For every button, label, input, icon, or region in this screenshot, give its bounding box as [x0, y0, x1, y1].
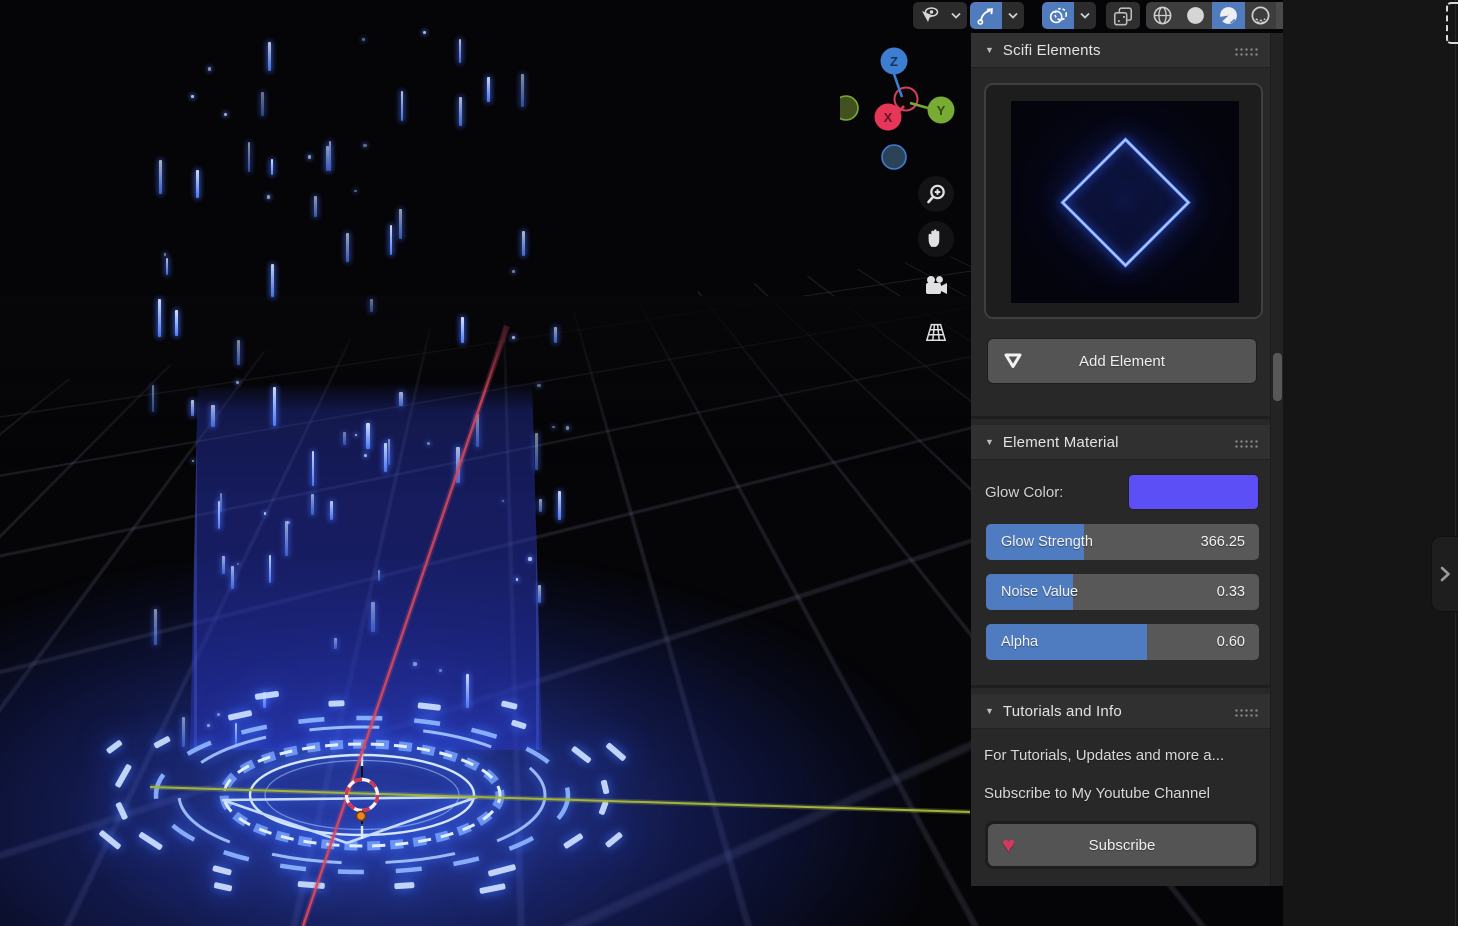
panel-grip-icon[interactable] — [1234, 47, 1258, 56]
blender-window: Z Y X — [0, 0, 1458, 926]
camera-view-button[interactable] — [918, 268, 954, 304]
editor-corner-icon — [1446, 2, 1458, 44]
shading-wireframe-button[interactable] — [1146, 2, 1179, 29]
slider-value: 0.60 — [1217, 624, 1245, 660]
collapse-triangle-icon: ▼ — [985, 437, 994, 447]
pointer-eye-icon — [919, 6, 939, 25]
solid-sphere-icon — [1185, 5, 1206, 26]
collapse-triangle-icon: ▼ — [985, 706, 994, 716]
slider-value: 366.25 — [1201, 524, 1245, 560]
panel-title: Tutorials and Info — [1003, 703, 1122, 720]
shading-rendered-button[interactable] — [1245, 2, 1276, 29]
chevron-right-icon — [1439, 565, 1451, 583]
zoom-magnifier-icon — [925, 183, 947, 205]
glow-color-swatch[interactable] — [1128, 474, 1259, 510]
chevron-down-icon — [951, 12, 961, 19]
grid-perspective-icon — [923, 321, 949, 343]
subscribe-label: Subscribe — [1089, 837, 1156, 854]
panel-divider — [971, 685, 1270, 688]
overlays-circles-icon — [1048, 7, 1068, 25]
material-sphere-icon — [1218, 5, 1239, 26]
scrollbar-thumb[interactable] — [1273, 353, 1282, 401]
camera-view-icon — [923, 274, 949, 298]
glow-strength-slider[interactable]: Glow Strength 366.25 — [986, 524, 1259, 560]
gizmo-minus-z-ball[interactable] — [882, 145, 906, 169]
rendered-sphere-icon — [1250, 5, 1271, 26]
chevron-down-icon — [1080, 12, 1090, 19]
gizmo-x-ball[interactable]: X — [875, 104, 902, 131]
slider-label: Noise Value — [1001, 574, 1078, 610]
object-visibility-dropdown[interactable] — [945, 2, 967, 29]
panel-header-element-material[interactable]: ▼ Element Material — [971, 425, 1270, 460]
pan-button[interactable] — [918, 221, 954, 257]
gizmo-minus-x-ball[interactable] — [895, 88, 918, 111]
panel-grip-icon[interactable] — [1234, 708, 1258, 717]
toggle-xray-button[interactable] — [1106, 2, 1140, 29]
show-overlays-button[interactable] — [1042, 2, 1074, 29]
gizmo-z-ball[interactable]: Z — [881, 48, 908, 75]
alpha-slider[interactable]: Alpha 0.60 — [986, 624, 1259, 660]
add-element-label: Add Element — [1079, 353, 1165, 370]
xray-squares-icon — [1112, 5, 1134, 27]
panel-header-scifi-elements[interactable]: ▼ Scifi Elements — [971, 33, 1270, 68]
element-preview-box[interactable] — [984, 83, 1263, 319]
subscribe-button[interactable]: ♥ Subscribe — [988, 824, 1256, 866]
gizmo-arrow-icon — [976, 6, 996, 26]
sidebar-scrollbar[interactable] — [1270, 33, 1283, 886]
gizmo-y-ball[interactable]: Y — [928, 97, 955, 124]
heart-icon: ♥ — [1002, 834, 1015, 856]
panel-title: Element Material — [1003, 434, 1119, 451]
object-visibility-button[interactable] — [913, 2, 945, 29]
pan-hand-icon — [925, 228, 947, 250]
zoom-button[interactable] — [918, 176, 954, 212]
editor-edge-line — [1455, 0, 1456, 926]
shading-solid-button[interactable] — [1179, 2, 1212, 29]
slider-label: Glow Strength — [1001, 524, 1093, 560]
shading-material-preview-button[interactable] — [1212, 2, 1245, 29]
glow-color-label: Glow Color: — [985, 484, 1063, 501]
n-panel-sidebar: ▼ Scifi Elements Add Element — [971, 33, 1270, 886]
info-text-line1: For Tutorials, Updates and more a... — [984, 747, 1224, 764]
show-gizmo-dropdown[interactable] — [1002, 2, 1024, 29]
collapse-triangle-icon: ▼ — [985, 45, 994, 55]
navigation-gizmo[interactable]: Z Y X — [840, 40, 970, 170]
wireframe-sphere-icon — [1152, 5, 1173, 26]
right-editor-strip — [1283, 0, 1458, 926]
gizmo-minus-y-ball[interactable] — [840, 96, 858, 120]
sidebar-expand-tab[interactable] — [1431, 536, 1458, 612]
add-element-button[interactable]: Add Element — [987, 338, 1257, 384]
neon-diamond-preview — [1011, 101, 1239, 303]
info-text-line2: Subscribe to My Youtube Channel — [984, 785, 1210, 802]
subscribe-button-frame: ♥ Subscribe — [985, 821, 1259, 869]
viewport-header — [905, 0, 1290, 32]
svg-text:Z: Z — [890, 54, 898, 69]
noise-value-slider[interactable]: Noise Value 0.33 — [986, 574, 1259, 610]
panel-divider — [971, 416, 1270, 419]
svg-text:X: X — [884, 110, 893, 125]
chevron-down-icon — [1008, 12, 1018, 19]
slider-value: 0.33 — [1217, 574, 1245, 610]
slider-label: Alpha — [1001, 624, 1038, 660]
svg-text:Y: Y — [937, 103, 946, 118]
panel-title: Scifi Elements — [1003, 42, 1101, 59]
grid-perspective-button[interactable] — [918, 314, 954, 350]
panel-grip-icon[interactable] — [1234, 439, 1258, 448]
show-overlays-dropdown[interactable] — [1074, 2, 1096, 29]
triangle-down-icon — [1002, 351, 1024, 371]
panel-header-tutorials-info[interactable]: ▼ Tutorials and Info — [971, 694, 1270, 729]
show-gizmo-button[interactable] — [970, 2, 1002, 29]
